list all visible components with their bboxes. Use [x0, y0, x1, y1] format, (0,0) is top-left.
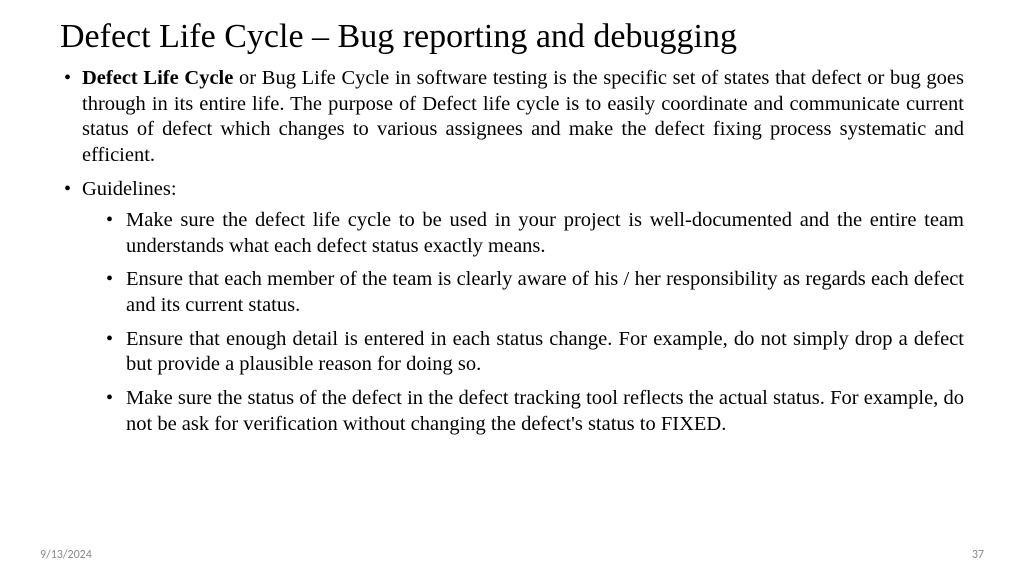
bold-lead-text: Defect Life Cycle: [82, 67, 233, 89]
slide-body: Defect Life Cycle or Bug Life Cycle in s…: [60, 66, 964, 437]
footer-date: 9/13/2024: [40, 548, 92, 562]
footer-page-number: 37: [972, 548, 984, 562]
bullet-guidelines: Guidelines: Make sure the defect life cy…: [60, 177, 964, 438]
sub-bullet-3: Ensure that enough detail is entered in …: [102, 327, 964, 378]
guidelines-label: Guidelines:: [82, 178, 177, 200]
slide-footer: 9/13/2024 37: [0, 548, 1024, 562]
sub-bullet-4: Make sure the status of the defect in th…: [102, 386, 964, 437]
outer-list: Defect Life Cycle or Bug Life Cycle in s…: [60, 66, 964, 437]
sub-bullet-1: Make sure the defect life cycle to be us…: [102, 208, 964, 259]
slide-content: Defect Life Cycle – Bug reporting and de…: [0, 0, 1024, 576]
sub-bullet-2: Ensure that each member of the team is c…: [102, 267, 964, 318]
slide-title: Defect Life Cycle – Bug reporting and de…: [60, 18, 964, 56]
bullet-defect-life-cycle: Defect Life Cycle or Bug Life Cycle in s…: [60, 66, 964, 169]
inner-list: Make sure the defect life cycle to be us…: [82, 208, 964, 437]
